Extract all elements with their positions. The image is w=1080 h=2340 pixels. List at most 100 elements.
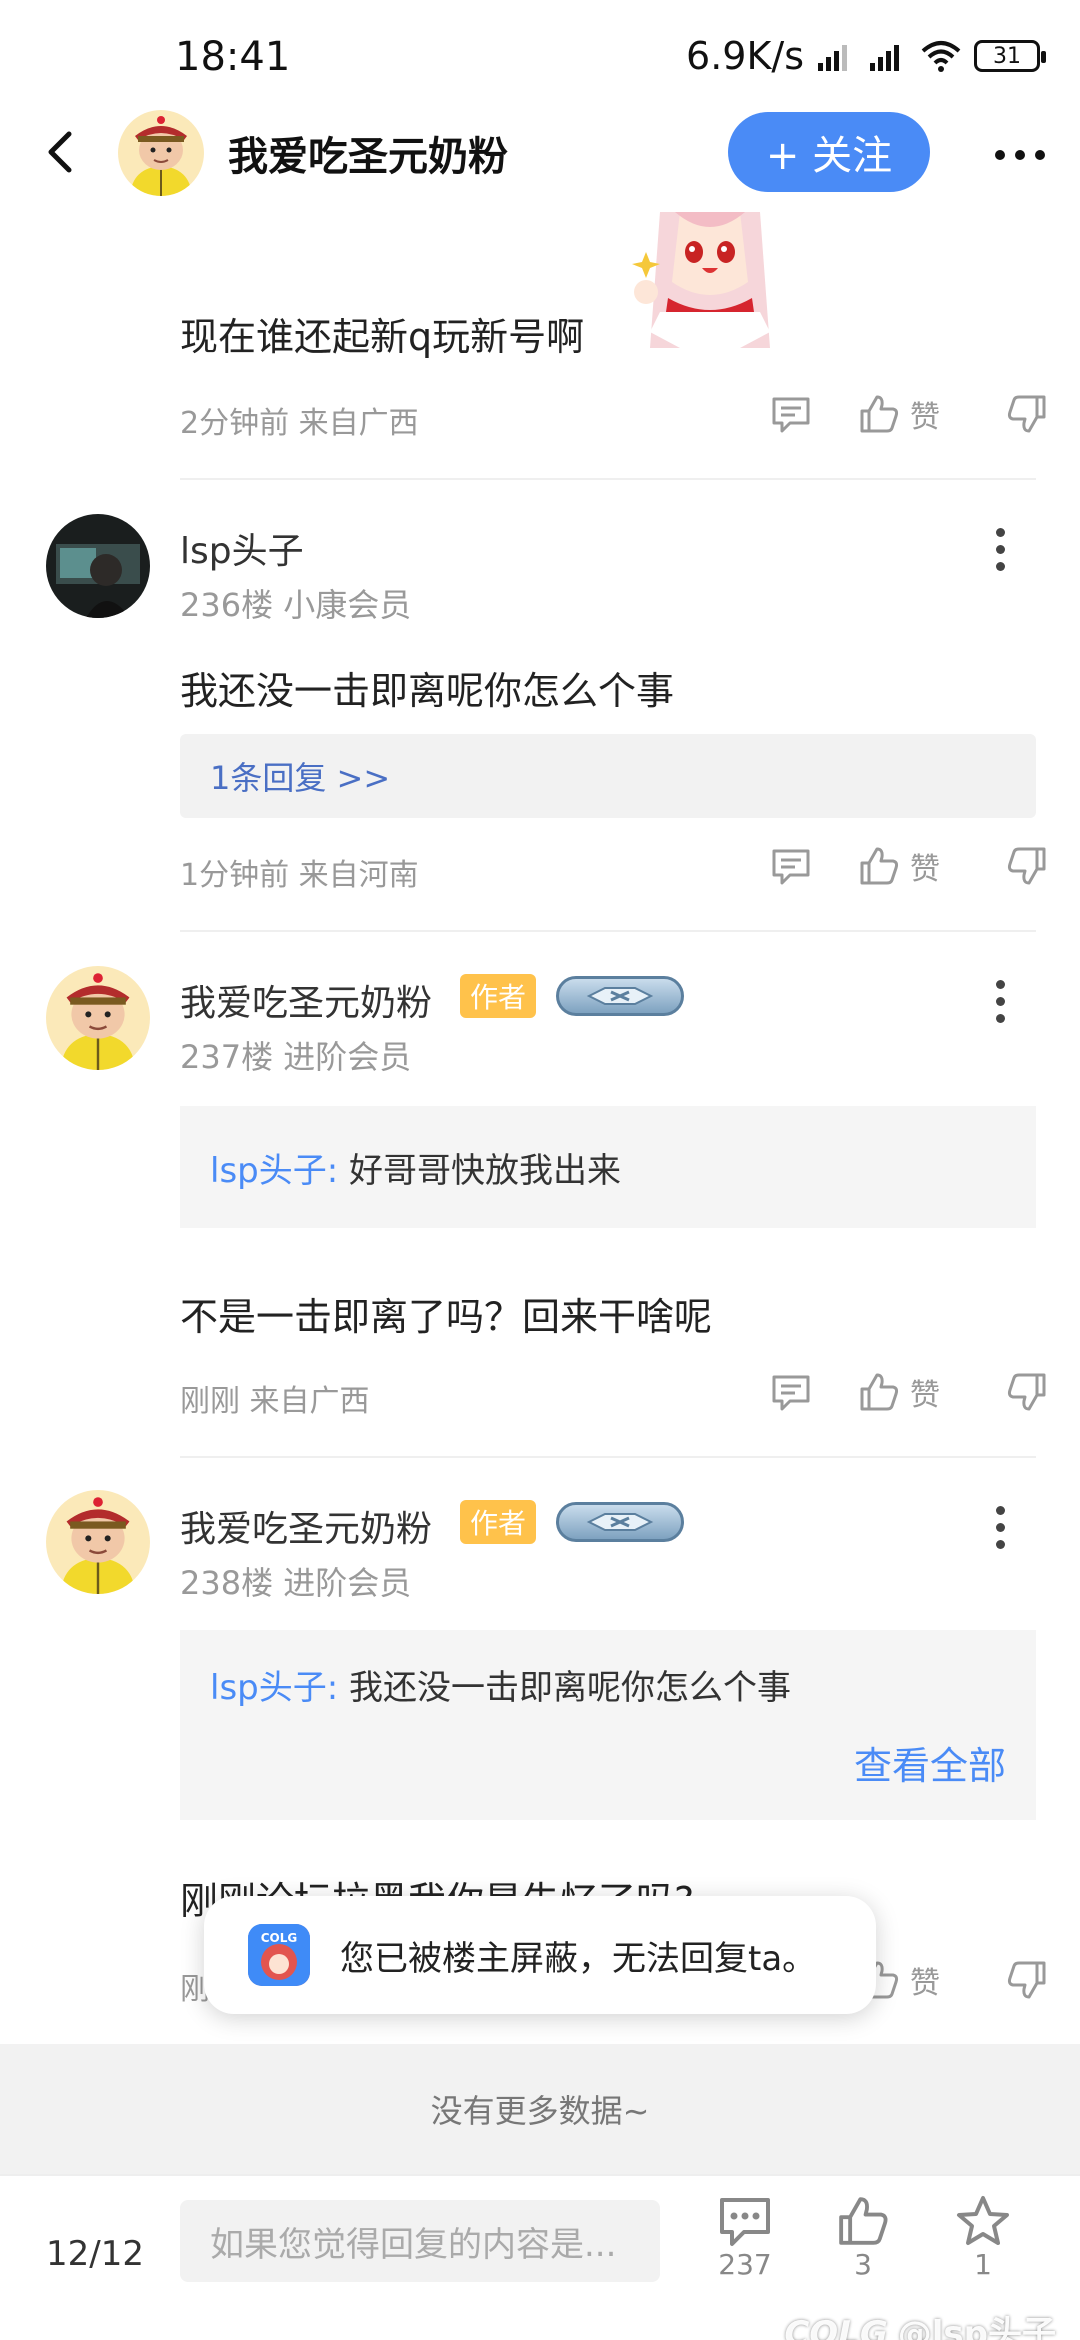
comments-button[interactable]: 237 <box>700 2194 790 2281</box>
favorite-button[interactable]: 1 <box>938 2194 1028 2281</box>
reply-input[interactable]: 如果您觉得回复的内容是... <box>180 2200 660 2282</box>
dot <box>995 997 1005 1006</box>
comment-icon <box>772 1375 810 1411</box>
like-button[interactable]: 赞 <box>858 844 1006 888</box>
comment-meta: 1分钟前 来自河南 <box>180 858 419 893</box>
app-logo-icon: COLG <box>248 1924 310 1986</box>
user-avatar[interactable] <box>46 514 150 618</box>
page-indicator[interactable]: 12/12 <box>46 2234 144 2274</box>
favorites-count: 1 <box>974 2248 992 2281</box>
dislike-button[interactable] <box>1006 393 1050 435</box>
reply-button[interactable] <box>770 393 858 435</box>
floor-info: 236楼 小康会员 <box>180 586 412 624</box>
like-label: 赞 <box>910 400 940 435</box>
username[interactable]: 我爱吃圣元奶粉 <box>180 974 432 1026</box>
reply-button[interactable] <box>770 845 858 887</box>
emperor-avatar-icon <box>46 1490 150 1594</box>
see-all-link[interactable]: 查看全部 <box>854 1735 1006 1790</box>
quote-box[interactable]: lsp头子: 好哥哥快放我出来 <box>180 1106 1036 1228</box>
quote-text: 我还没一击即离呢你怎么个事 <box>349 1668 792 1708</box>
likes-count: 3 <box>854 2248 872 2281</box>
thumbs-down-icon <box>1007 1373 1046 1411</box>
status-time: 18:41 <box>175 34 291 80</box>
level-badge <box>556 976 684 1016</box>
status-icons: 6.9K/s 31 <box>686 34 1046 78</box>
comment-more-button[interactable] <box>990 528 1010 571</box>
dot <box>995 150 1005 160</box>
quote-box[interactable]: lsp头子: 我还没一击即离呢你怎么个事 查看全部 <box>180 1630 1036 1820</box>
floor-info: 238楼 进阶会员 <box>180 1564 412 1602</box>
dislike-button[interactable] <box>1006 1371 1050 1413</box>
comments-count: 237 <box>718 2248 772 2281</box>
like-button[interactable]: 赞 <box>858 1958 1006 2002</box>
dot <box>1035 150 1045 160</box>
view-replies-link[interactable]: 1条回复 >> <box>210 753 390 799</box>
comment-bubble-icon <box>720 2198 770 2246</box>
username[interactable]: lsp头子 <box>180 522 304 574</box>
status-bar: 18:41 6.9K/s 31 <box>0 0 1080 110</box>
comment-text: 现在谁还起新q玩新号啊 <box>180 315 585 359</box>
chevron-left-icon <box>48 131 72 173</box>
comment-meta: 2分钟前 来自广西 <box>180 406 419 441</box>
like-button[interactable]: 赞 <box>858 392 1006 436</box>
comment-icon <box>772 397 810 433</box>
comment-more-button[interactable] <box>990 1506 1010 1549</box>
comment-text: 不是一击即离了吗？回来干啥呢 <box>180 1295 713 1339</box>
watermark-text: @lsp头子 <box>897 2314 1056 2340</box>
follow-button[interactable]: + 关注 <box>728 112 930 192</box>
signal-icon-2 <box>870 45 899 71</box>
comment-text: 我还没一击即离呢你怎么个事 <box>180 669 675 713</box>
user-avatar[interactable] <box>46 1490 150 1594</box>
more-options-button[interactable] <box>980 130 1060 180</box>
watermark-logo: COLG <box>784 2314 888 2340</box>
dot <box>1015 150 1025 160</box>
toast-notification: COLG 您已被楼主屏蔽，无法回复ta。 <box>204 1896 876 2014</box>
like-button[interactable]: 赞 <box>858 1370 1006 1414</box>
dislike-button[interactable] <box>1006 845 1050 887</box>
replies-box[interactable]: 1条回复 >> <box>180 734 1036 818</box>
author-badge: 作者 <box>460 1500 537 1544</box>
wifi-icon <box>921 41 961 72</box>
divider <box>180 478 1036 480</box>
dot <box>995 1540 1005 1549</box>
level-emblem-icon <box>586 987 654 1005</box>
back-button[interactable] <box>30 122 90 182</box>
like-label: 赞 <box>910 852 940 887</box>
svg-text:COLG: COLG <box>261 1931 298 1945</box>
photo-avatar-icon <box>46 514 150 618</box>
like-post-button[interactable]: 3 <box>818 2194 908 2281</box>
reply-button[interactable] <box>770 1371 858 1413</box>
signal-icon <box>818 45 847 71</box>
username[interactable]: 我爱吃圣元奶粉 <box>180 1500 432 1552</box>
like-label: 赞 <box>910 1966 940 2001</box>
end-of-list: 没有更多数据~ <box>0 2044 1080 2174</box>
star-icon <box>957 2196 1009 2245</box>
comment-actions: 赞 <box>770 844 1050 888</box>
author-avatar[interactable] <box>118 110 204 196</box>
divider <box>180 1456 1036 1458</box>
network-speed: 6.9K/s <box>686 34 804 78</box>
dot <box>995 1523 1005 1532</box>
comment-actions: 赞 <box>770 1370 1050 1414</box>
dot <box>995 1014 1005 1023</box>
thumbs-down-icon <box>1007 1961 1046 1999</box>
page-title: 我爱吃圣元奶粉 <box>228 134 508 180</box>
level-badge <box>556 1502 684 1542</box>
top-nav: 我爱吃圣元奶粉 + 关注 <box>0 100 1080 212</box>
toast-text: 您已被楼主屏蔽，无法回复ta。 <box>340 1938 817 1979</box>
comment-actions: 赞 <box>770 392 1050 436</box>
like-label: 赞 <box>910 1378 940 1413</box>
comment-more-button[interactable] <box>990 980 1010 1023</box>
anime-sticker-image <box>632 212 770 348</box>
comment-icon <box>772 849 810 885</box>
dot <box>995 545 1005 554</box>
dot <box>995 980 1005 989</box>
quote-text: 好哥哥快放我出来 <box>349 1150 622 1191</box>
quote-username[interactable]: lsp头子: <box>210 1668 338 1708</box>
thumbs-up-icon <box>860 847 899 885</box>
dislike-button[interactable] <box>1006 1959 1050 2001</box>
emperor-avatar-icon <box>46 966 150 1070</box>
user-avatar[interactable] <box>46 966 150 1070</box>
quote-username[interactable]: lsp头子: <box>210 1151 338 1191</box>
dot <box>995 562 1005 571</box>
